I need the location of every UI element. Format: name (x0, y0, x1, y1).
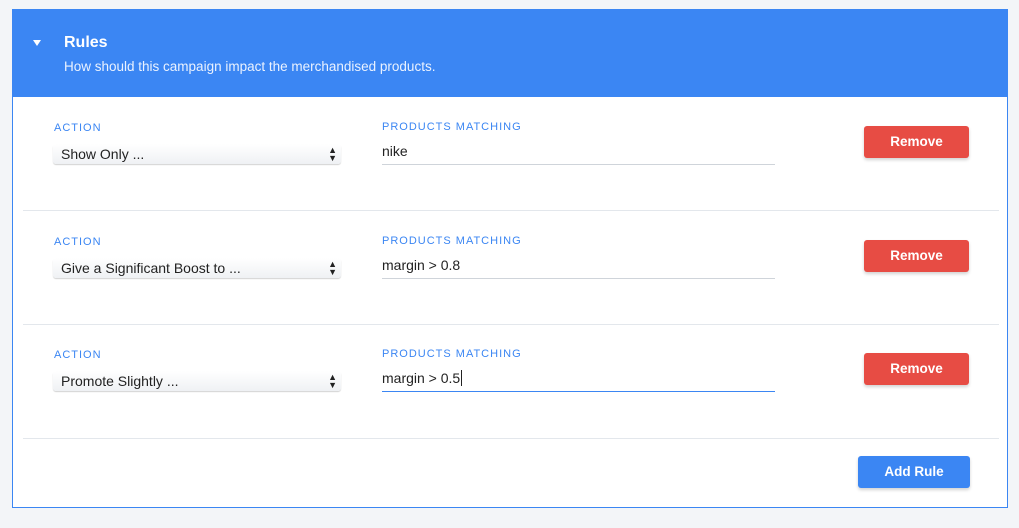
action-select-value: Promote Slightly ... (61, 373, 179, 389)
up-down-arrows-icon: ▲ ▼ (328, 145, 337, 163)
action-select-value: Give a Significant Boost to ... (61, 260, 241, 276)
products-matching-input[interactable]: nike (382, 141, 775, 165)
action-label: ACTION (54, 349, 102, 361)
action-select[interactable]: Promote Slightly ... ▲ ▼ (53, 371, 341, 391)
rules-header[interactable]: Rules How should this campaign impact th… (13, 10, 1007, 97)
panel-title: Rules (64, 34, 108, 51)
remove-rule-button[interactable]: Remove (864, 126, 969, 158)
products-matching-input[interactable]: margin > 0.8 (382, 255, 775, 279)
products-matching-label: PRODUCTS MATCHING (382, 235, 522, 247)
action-label: ACTION (54, 236, 102, 248)
products-matching-label: PRODUCTS MATCHING (382, 121, 522, 133)
products-matching-label: PRODUCTS MATCHING (382, 348, 522, 360)
products-matching-input[interactable]: margin > 0.5 (382, 368, 775, 392)
products-matching-value: nike (382, 143, 408, 159)
products-matching-value: margin > 0.8 (382, 257, 461, 273)
action-select[interactable]: Give a Significant Boost to ... ▲ ▼ (53, 258, 341, 278)
rule-row: ACTION Give a Significant Boost to ... ▲… (23, 211, 999, 325)
remove-rule-button[interactable]: Remove (864, 353, 969, 385)
up-down-arrows-icon: ▲ ▼ (328, 372, 337, 390)
caret-down-icon[interactable] (33, 40, 41, 46)
action-label: ACTION (54, 122, 102, 134)
remove-rule-button[interactable]: Remove (864, 240, 969, 272)
rule-row: ACTION Show Only ... ▲ ▼ PRODUCTS MATCHIN… (23, 97, 999, 211)
add-rule-button[interactable]: Add Rule (858, 456, 970, 488)
action-select[interactable]: Show Only ... ▲ ▼ (53, 144, 341, 164)
rule-row: ACTION Promote Slightly ... ▲ ▼ PRODUCTS … (23, 325, 999, 439)
action-select-value: Show Only ... (61, 146, 145, 162)
rules-panel: Rules How should this campaign impact th… (12, 9, 1008, 508)
text-cursor (461, 370, 463, 386)
products-matching-value: margin > 0.5 (382, 370, 461, 386)
panel-subtitle: How should this campaign impact the merc… (64, 59, 436, 74)
up-down-arrows-icon: ▲ ▼ (328, 259, 337, 277)
